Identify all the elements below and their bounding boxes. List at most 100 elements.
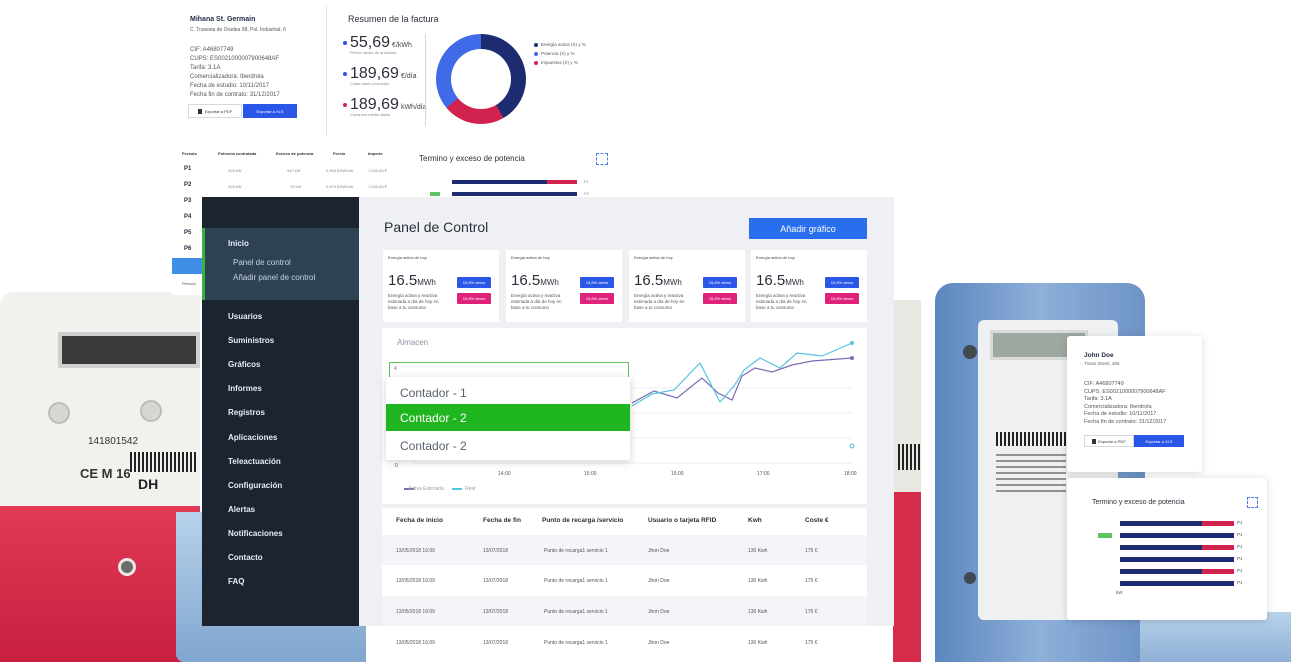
termino-exceso-title-2: Termino y exceso de potencia [1092,499,1185,506]
invoice-stats-divider [425,34,426,126]
right-meter-side-red [893,492,921,662]
left-meter-display [58,332,200,368]
termino-exceso-title: Termino y exceso de potencia [419,154,525,163]
dropdown-option[interactable]: Contador - 2 [386,432,630,459]
chart-x-tick: 16:00 [671,471,684,477]
sidebar-item-alertas[interactable]: Alertas [228,505,255,514]
right-meter-screw [964,572,976,584]
page-title: Panel de Control [384,219,489,235]
table-cell: 13/07/2018 [483,548,509,554]
table-row[interactable] [382,535,867,565]
sidebar-item-aplicaciones[interactable]: Aplicaciones [228,433,277,442]
kpi-card: Energía activa de hoy 16.5MWh Energía ac… [751,250,867,322]
invoice-details: CIF: A46807749 CUPS: ES0021000007900648A… [190,46,280,100]
sidebar-item-faq[interactable]: FAQ [228,577,244,586]
chart-x-tick: 15:00 [584,471,597,477]
table-cell: 13/07/2018 [483,609,509,615]
kpi-badge: 15,6% demo [825,277,859,288]
table-row[interactable] [382,626,867,662]
sidebar-item-teleactuacion[interactable]: Teleactuación [228,457,281,466]
client-export-pdf-button[interactable]: Exportar a PDF [1084,435,1134,447]
termino-exceso-card [399,145,619,197]
donut-legend-item: Energía activa (X) y % [534,42,586,47]
table-cell: 130 Kwh [748,640,768,646]
period-label: P5 [184,230,192,236]
sidebar-item-contacto[interactable]: Contacto [228,553,263,562]
period-cell: 1.042,63 € [368,168,387,173]
client-name: John Doe [1084,352,1114,359]
invoice-stat: 189,69 €/día Coste diario promedio [343,65,417,86]
periods-highlight-bar [172,258,202,274]
exceso-bar [547,180,577,184]
invoice-detail-line: Tarifa: 3.1A [190,65,221,71]
sidebar-item-graficos[interactable]: Gráficos [228,360,260,369]
period-label: P2 [184,182,192,188]
periods-header: Importe [368,151,383,156]
invoice-detail-line: CUPS: ES0021000007900648AF [190,56,280,62]
periods-footer: Periodo [182,281,196,286]
sidebar-item-suministros[interactable]: Suministros [228,336,274,345]
sidebar-item-notificaciones[interactable]: Notificaciones [228,529,283,538]
kpi-card: Energía activa de hoy 16.5MWh Energía ac… [629,250,745,322]
table-cell: 175 € [805,548,818,554]
termino-bar [1120,569,1202,574]
sidebar-subitem-anadir-panel[interactable]: Añadir panel de control [233,273,315,282]
table-cell: Punto de recarga1 servicio 1 [544,578,608,584]
sidebar-item-configuracion[interactable]: Configuración [228,481,282,490]
sidebar-item-usuarios[interactable]: Usuarios [228,312,262,321]
termino-bar [1120,521,1202,526]
right-meter-screw [963,345,977,359]
table-cell: Jhon Doe [648,609,670,615]
stat-bullet-icon [343,40,347,45]
period-cell: 76 kW [290,184,302,189]
termino-bar [1120,545,1202,550]
kpi-badge: 15,6% demo [457,293,491,304]
client-detail-line: CUPS: ES0021000007900648AF [1084,388,1166,395]
invoice-detail-line: Fecha fin de contrato: 31/12/2017 [190,92,280,98]
dropdown-option[interactable]: Contador - 1 [386,379,630,406]
expand-icon[interactable] [596,153,608,165]
table-cell: Punto de recarga1 servicio 1 [544,640,608,646]
termino-label: P2 [584,191,589,196]
table-row[interactable] [382,596,867,626]
period-cell: 0,876 €/kW/día [326,184,353,189]
table-header: Usuario o tarjeta RFID [648,517,717,524]
table-row[interactable] [382,566,867,596]
series-activa-estimada-line [631,357,853,404]
client-export-xls-button[interactable]: Exportar a XLS [1134,435,1184,447]
invoice-export-pdf-label: Exportar a PDF [204,108,233,114]
periods-header: Exceso de potencia [276,151,314,156]
invoice-export-xls-button[interactable]: Exportar a XLS [243,104,297,118]
add-chart-button[interactable]: Añadir gráfico [749,218,867,239]
exceso-bar [1202,521,1234,526]
chart-legend-activa: Activa Estimada [408,486,444,492]
donut-legend-item: Impuestos (X) y % [534,60,578,65]
expand-icon[interactable] [1247,497,1258,508]
table-cell: Punto de recarga1 servicio 1 [544,548,608,554]
legend-dot-icon [534,51,538,56]
periods-header: Precio [333,151,346,156]
period-label: P3 [184,198,192,204]
periods-header: Periodo [182,151,197,156]
invoice-detail-line: CIF: A46807749 [190,47,234,53]
sidebar-item-registros[interactable]: Registros [228,408,265,417]
right-meter-side-barcode [898,444,920,470]
invoice-export-pdf-button[interactable]: Exportar a PDF [188,104,242,118]
table-cell: Jhon Doe [648,578,670,584]
meter-select-input[interactable]: 4 [389,362,629,378]
dropdown-option-selected[interactable]: Contador - 2 [386,404,630,431]
stat-bullet-icon [343,102,347,107]
sidebar-item-inicio[interactable]: Inicio [228,239,249,248]
period-label: P1 [184,166,192,172]
right-meter-barcode [996,432,1066,446]
left-meter-dial [140,400,162,422]
chart-x-tick: 14:00 [498,471,511,477]
sidebar-subitem-panel-de-control[interactable]: Panel de control [233,258,291,267]
table-cell: 13/07/2018 [483,640,509,646]
series-endpoint [850,356,854,360]
table-header: Coste € [805,517,829,524]
chart-x-tick: 17:00 [757,471,770,477]
invoice-address: C. Travesia de Oradea 58, Pol. Industria… [190,27,286,33]
invoice-company: Mihana St. Germain [190,16,256,23]
sidebar-item-informes[interactable]: Informes [228,384,262,393]
